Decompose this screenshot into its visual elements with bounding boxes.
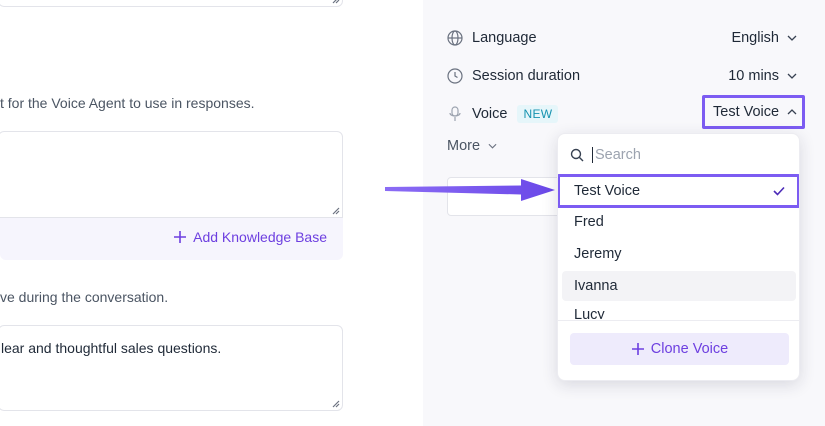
chevron-down-icon: [787, 35, 797, 41]
divider: [558, 320, 799, 321]
language-value: English: [731, 30, 779, 46]
more-toggle[interactable]: More: [447, 138, 497, 154]
chevron-up-icon: [787, 109, 797, 115]
voice-option-test-voice[interactable]: Test Voice: [558, 174, 799, 208]
guidelines-text: lear and thoughtful sales questions.: [1, 340, 222, 356]
voice-option-label: Test Voice: [574, 183, 641, 199]
language-setting: Language English: [446, 25, 801, 51]
guidelines-hint: ve during the conversation.: [0, 289, 169, 305]
voice-select[interactable]: Test Voice: [702, 95, 805, 129]
knowledge-textarea[interactable]: [0, 131, 343, 218]
guidelines-textarea[interactable]: lear and thoughtful sales questions.: [0, 325, 343, 411]
voice-label: Voice: [472, 106, 508, 122]
add-knowledge-base-button[interactable]: Add Knowledge Base: [173, 229, 327, 245]
session-duration-label: Session duration: [472, 68, 581, 84]
top-textarea[interactable]: [0, 0, 343, 7]
session-duration-setting: Session duration 10 mins: [446, 63, 801, 89]
resize-handle-icon[interactable]: [330, 205, 340, 215]
voice-option-label: Lucy: [574, 307, 605, 319]
clone-voice-label: Clone Voice: [650, 341, 729, 357]
checkmark-icon: [773, 186, 785, 196]
voice-setting: Voice NEW: [446, 101, 696, 127]
agent-config-panel: t for the Voice Agent to use in response…: [0, 0, 423, 426]
voice-option-label: Jeremy: [574, 246, 622, 262]
voice-option-jeremy[interactable]: Jeremy: [562, 239, 796, 269]
knowledge-hint: t for the Voice Agent to use in response…: [0, 95, 255, 111]
session-duration-select[interactable]: 10 mins: [728, 68, 801, 84]
more-label: More: [447, 138, 481, 154]
resize-handle-icon[interactable]: [330, 0, 340, 4]
globe-icon: [446, 29, 464, 47]
plus-icon: [631, 343, 644, 355]
voice-option-fred[interactable]: Fred: [562, 207, 796, 237]
new-badge: NEW: [517, 105, 559, 123]
voice-dropdown: Test Voice Fred Jeremy Ivanna Lucy Clone…: [557, 133, 800, 381]
chevron-down-icon: [488, 143, 497, 149]
chevron-down-icon: [787, 73, 797, 79]
voice-option-ivanna[interactable]: Ivanna: [562, 271, 796, 301]
clock-icon: [446, 67, 464, 85]
voice-option-lucy[interactable]: Lucy: [562, 305, 796, 319]
voice-option-label: Fred: [574, 214, 604, 230]
search-row: [570, 144, 790, 166]
search-icon: [570, 148, 584, 162]
pointer-arrow-icon: [385, 179, 555, 201]
voice-value: Test Voice: [713, 104, 780, 120]
language-select[interactable]: English: [731, 30, 801, 46]
clone-voice-button[interactable]: Clone Voice: [570, 333, 789, 365]
microphone-icon: [446, 105, 464, 123]
plus-icon: [174, 231, 187, 243]
voice-option-label: Ivanna: [574, 278, 618, 294]
add-knowledge-base-label: Add Knowledge Base: [193, 229, 327, 245]
voice-search-input[interactable]: [592, 147, 775, 163]
language-label: Language: [472, 30, 537, 46]
knowledge-toolbar: Add Knowledge Base: [0, 218, 343, 260]
session-duration-value: 10 mins: [728, 68, 779, 84]
resize-handle-icon[interactable]: [330, 398, 340, 408]
